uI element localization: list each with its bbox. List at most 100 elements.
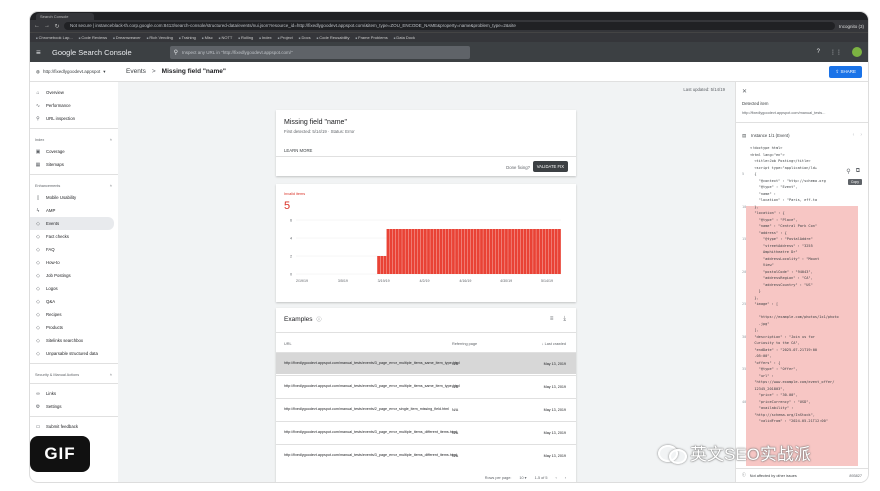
- chart-bar[interactable]: [439, 229, 443, 274]
- table-row[interactable]: http://fixedlygoodevt.appspot.com/manual…: [276, 444, 576, 466]
- chart-bar[interactable]: [408, 229, 412, 274]
- sidebar-item[interactable]: ▭ Submit feedback: [30, 420, 118, 433]
- bookmark-item[interactable]: Code Reusability: [317, 35, 349, 40]
- chart-bar[interactable]: [392, 229, 396, 274]
- sidebar-item[interactable]: ◇ How-to: [30, 256, 118, 269]
- sidebar-item[interactable]: ◇ Recipes: [30, 308, 118, 321]
- table-row[interactable]: http://fixedlygoodevt.appspot.com/manual…: [276, 398, 576, 420]
- bookmark-item[interactable]: Frame Problems: [355, 35, 388, 40]
- apps-grid-icon[interactable]: ⋮⋮: [830, 49, 842, 56]
- chart-bar[interactable]: [514, 229, 518, 274]
- sidebar-item[interactable]: ◇ Unparsable structured data: [30, 347, 118, 360]
- sidebar-section-header[interactable]: Index ˄: [30, 132, 118, 145]
- bookmark-item[interactable]: Rich Vending: [147, 35, 173, 40]
- chart-bar[interactable]: [383, 256, 387, 274]
- chart-bar[interactable]: [395, 229, 399, 274]
- chart-bar[interactable]: [377, 256, 381, 274]
- chart-bar[interactable]: [386, 229, 390, 274]
- sidebar-item[interactable]: ▯ Mobile Usability: [30, 191, 118, 204]
- search-icon[interactable]: ⚲: [846, 168, 850, 175]
- next-page-icon[interactable]: ›: [565, 476, 566, 480]
- chart-bar[interactable]: [489, 229, 493, 274]
- browser-tab[interactable]: Search Console: [36, 13, 94, 20]
- chart-bar[interactable]: [430, 229, 434, 274]
- sidebar-item[interactable]: ◇ Products: [30, 321, 118, 334]
- chart-bar[interactable]: [529, 229, 533, 274]
- chart-bar[interactable]: [498, 229, 502, 274]
- sidebar-section-header[interactable]: Enhancements ˄: [30, 178, 118, 191]
- table-row[interactable]: http://fixedlygoodevt.appspot.com/manual…: [276, 352, 576, 374]
- close-icon[interactable]: ✕: [742, 88, 747, 95]
- code-view[interactable]: <!doctype html> <html lang="en"> <title>J…: [742, 146, 860, 446]
- chart-bar[interactable]: [467, 229, 471, 274]
- rows-per-page-select[interactable]: 10 ▾: [519, 475, 526, 480]
- sidebar-item[interactable]: ϟ AMP: [30, 204, 118, 217]
- address-bar[interactable]: Not secure | instanceblack-th.corp.googl…: [64, 22, 835, 30]
- chart-bar[interactable]: [558, 229, 561, 274]
- sidebar-section-header[interactable]: Security & Manual Actions ˄: [30, 367, 118, 380]
- chart-bar[interactable]: [495, 229, 499, 274]
- chart-bar[interactable]: [405, 229, 409, 274]
- sidebar-item[interactable]: ∿ Performance: [30, 99, 118, 112]
- chart-bar[interactable]: [476, 229, 480, 274]
- chart-bar[interactable]: [414, 229, 418, 274]
- sidebar-item[interactable]: ⚲ URL inspection: [30, 112, 118, 125]
- sidebar-item[interactable]: ▣ Coverage: [30, 145, 118, 158]
- chart-bar[interactable]: [511, 229, 515, 274]
- chart-bar[interactable]: [461, 229, 465, 274]
- chart-bar[interactable]: [417, 229, 421, 274]
- chart-bar[interactable]: [501, 229, 505, 274]
- chart-bar[interactable]: [480, 229, 483, 274]
- reload-icon[interactable]: ↻: [54, 23, 60, 30]
- chart-bar[interactable]: [517, 229, 521, 274]
- chart-bar[interactable]: [539, 229, 543, 274]
- sidebar-item[interactable]: ◇ Fact checks: [30, 230, 118, 243]
- chart-bar[interactable]: [505, 229, 508, 274]
- menu-icon[interactable]: ≡: [36, 48, 44, 57]
- bookmark-item[interactable]: Project: [278, 35, 292, 40]
- sidebar-item[interactable]: ◇ Logos: [30, 282, 118, 295]
- learn-more-link[interactable]: LEARN MORE: [284, 148, 312, 153]
- chart-bar[interactable]: [536, 229, 540, 274]
- chart-bar[interactable]: [554, 229, 558, 274]
- chart-bar[interactable]: [486, 229, 490, 274]
- chart-bar[interactable]: [411, 229, 415, 274]
- chart-bar[interactable]: [483, 229, 487, 274]
- copy-icon[interactable]: ⧉: [856, 168, 860, 175]
- chart-bar[interactable]: [492, 229, 496, 274]
- next-instance-icon[interactable]: ›: [860, 132, 862, 138]
- breadcrumb-events[interactable]: Events: [126, 68, 146, 75]
- url-inspect-search[interactable]: ⚲ Inspect any URL in "http://fixedlygood…: [169, 45, 470, 59]
- chart-bar[interactable]: [455, 229, 458, 274]
- help-circle-icon[interactable]: ⓘ: [317, 316, 322, 323]
- back-icon[interactable]: ←: [34, 23, 40, 29]
- share-button[interactable]: ⇪ SHARE: [829, 66, 862, 78]
- bookmark-item[interactable]: Index: [259, 35, 272, 40]
- table-row[interactable]: http://fixedlygoodevt.appspot.com/manual…: [276, 421, 576, 443]
- chart-bar[interactable]: [380, 256, 384, 274]
- bookmark-item[interactable]: Training: [179, 35, 196, 40]
- chart-bar[interactable]: [551, 229, 555, 274]
- chart-bar[interactable]: [420, 229, 424, 274]
- download-icon[interactable]: ⤓: [563, 316, 566, 323]
- chart-bar[interactable]: [402, 229, 405, 274]
- chart-bar[interactable]: [523, 229, 527, 274]
- chart-bar[interactable]: [389, 229, 393, 274]
- chart-bar[interactable]: [545, 229, 549, 274]
- sidebar-item[interactable]: ◇ Q&A: [30, 295, 118, 308]
- chart-bar[interactable]: [533, 229, 536, 274]
- product-name[interactable]: Google Search Console: [52, 48, 132, 57]
- bookmark-item[interactable]: Data Dock: [394, 35, 415, 40]
- bookmark-item[interactable]: Code Reviews: [79, 35, 107, 40]
- chart-bar[interactable]: [433, 229, 437, 274]
- sidebar-item[interactable]: ◇ Job Postings: [30, 269, 118, 282]
- chart-bar[interactable]: [508, 229, 511, 274]
- bookmark-item[interactable]: Chromebook Lap...: [36, 35, 73, 40]
- chart-bar[interactable]: [445, 229, 449, 274]
- sidebar-item[interactable]: ▦ Sitemaps: [30, 158, 118, 171]
- validate-fix-button[interactable]: VALIDATE FIX: [532, 161, 568, 172]
- chart-bar[interactable]: [520, 229, 524, 274]
- chart-bar[interactable]: [452, 229, 455, 274]
- chart-bar[interactable]: [448, 229, 452, 274]
- col-last-crawled[interactable]: ↓ Last crawled: [514, 342, 576, 346]
